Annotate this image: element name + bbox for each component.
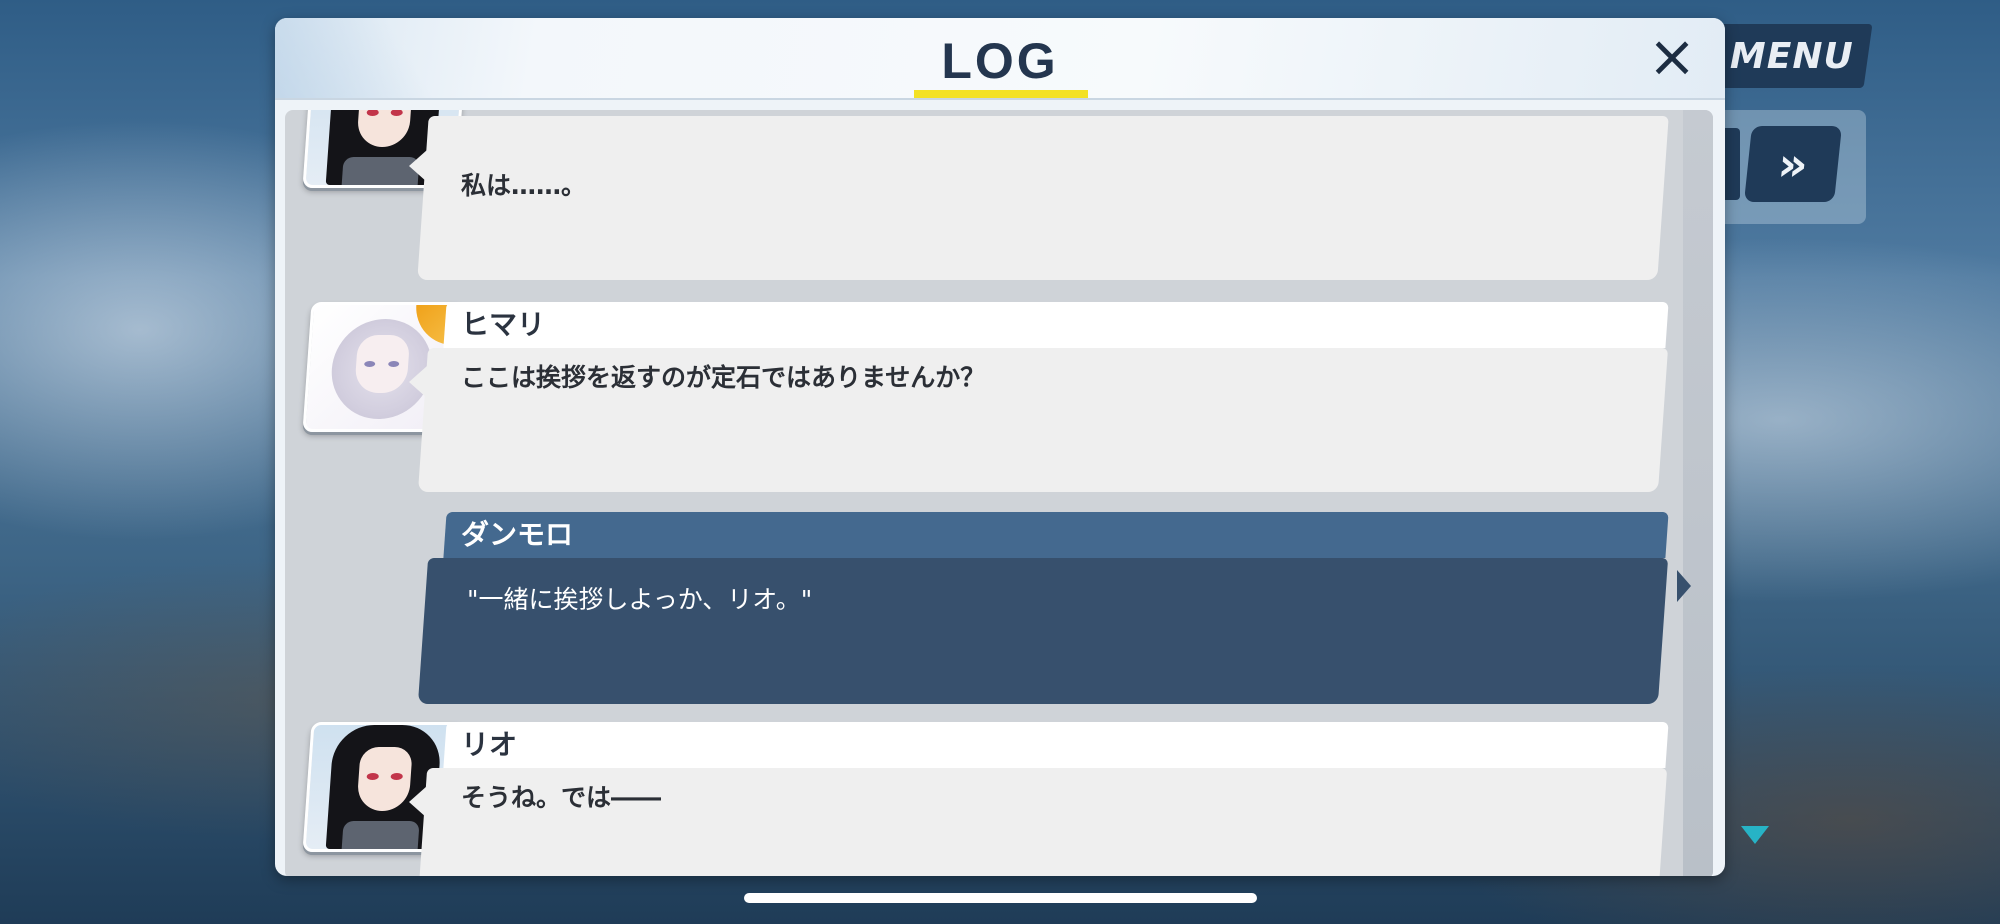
speaker-name-bar xyxy=(443,512,1669,558)
log-panel: LOG × 私は……。 ヒマリ ここは挨拶を返すのが定石ではありませんか？ ダン… xyxy=(275,18,1725,876)
speaker-name-bar xyxy=(443,722,1669,768)
message-text: 私は……。 xyxy=(461,171,587,200)
next-indicator-icon xyxy=(1741,826,1769,844)
title-underline xyxy=(914,90,1088,98)
speaker-name: ヒマリ xyxy=(461,308,546,341)
bubble-tail xyxy=(409,150,427,182)
log-title: LOG xyxy=(941,33,1059,89)
message-bubble xyxy=(417,116,1669,280)
message-text: "一緒に挨拶しよっか、リオ。" xyxy=(467,585,813,614)
message-text: ここは挨拶を返すのが定石ではありませんか？ xyxy=(461,363,986,392)
bubble-tail xyxy=(409,366,427,398)
log-scrollbar-track[interactable] xyxy=(1683,110,1713,876)
selected-arrow-icon xyxy=(1677,570,1691,602)
menu-button[interactable]: MENU xyxy=(1711,24,1873,88)
home-indicator[interactable] xyxy=(744,893,1257,903)
log-entry-selected: ダンモロ "一緒に挨拶しよっか、リオ。" xyxy=(285,512,1691,708)
menu-label: MENU xyxy=(1730,35,1854,77)
fast-forward-button[interactable]: » xyxy=(1744,126,1842,202)
log-entry: リオ そうね。では―― xyxy=(285,722,1685,876)
close-icon: × xyxy=(1647,22,1697,90)
close-button[interactable]: × xyxy=(1642,26,1702,86)
log-entry: 私は……。 xyxy=(285,110,1685,290)
bubble-tail xyxy=(409,786,427,818)
fast-forward-icon: » xyxy=(1775,137,1811,191)
log-header: LOG × xyxy=(275,18,1725,100)
log-list[interactable]: 私は……。 ヒマリ ここは挨拶を返すのが定石ではありませんか？ ダンモロ "一緒… xyxy=(285,110,1713,876)
speaker-name: リオ xyxy=(461,728,518,761)
speaker-name-bar xyxy=(443,302,1669,348)
speaker-name: ダンモロ xyxy=(461,518,574,551)
log-entry: ヒマリ ここは挨拶を返すのが定石ではありませんか？ xyxy=(285,302,1685,492)
message-text: そうね。では―― xyxy=(461,783,662,812)
